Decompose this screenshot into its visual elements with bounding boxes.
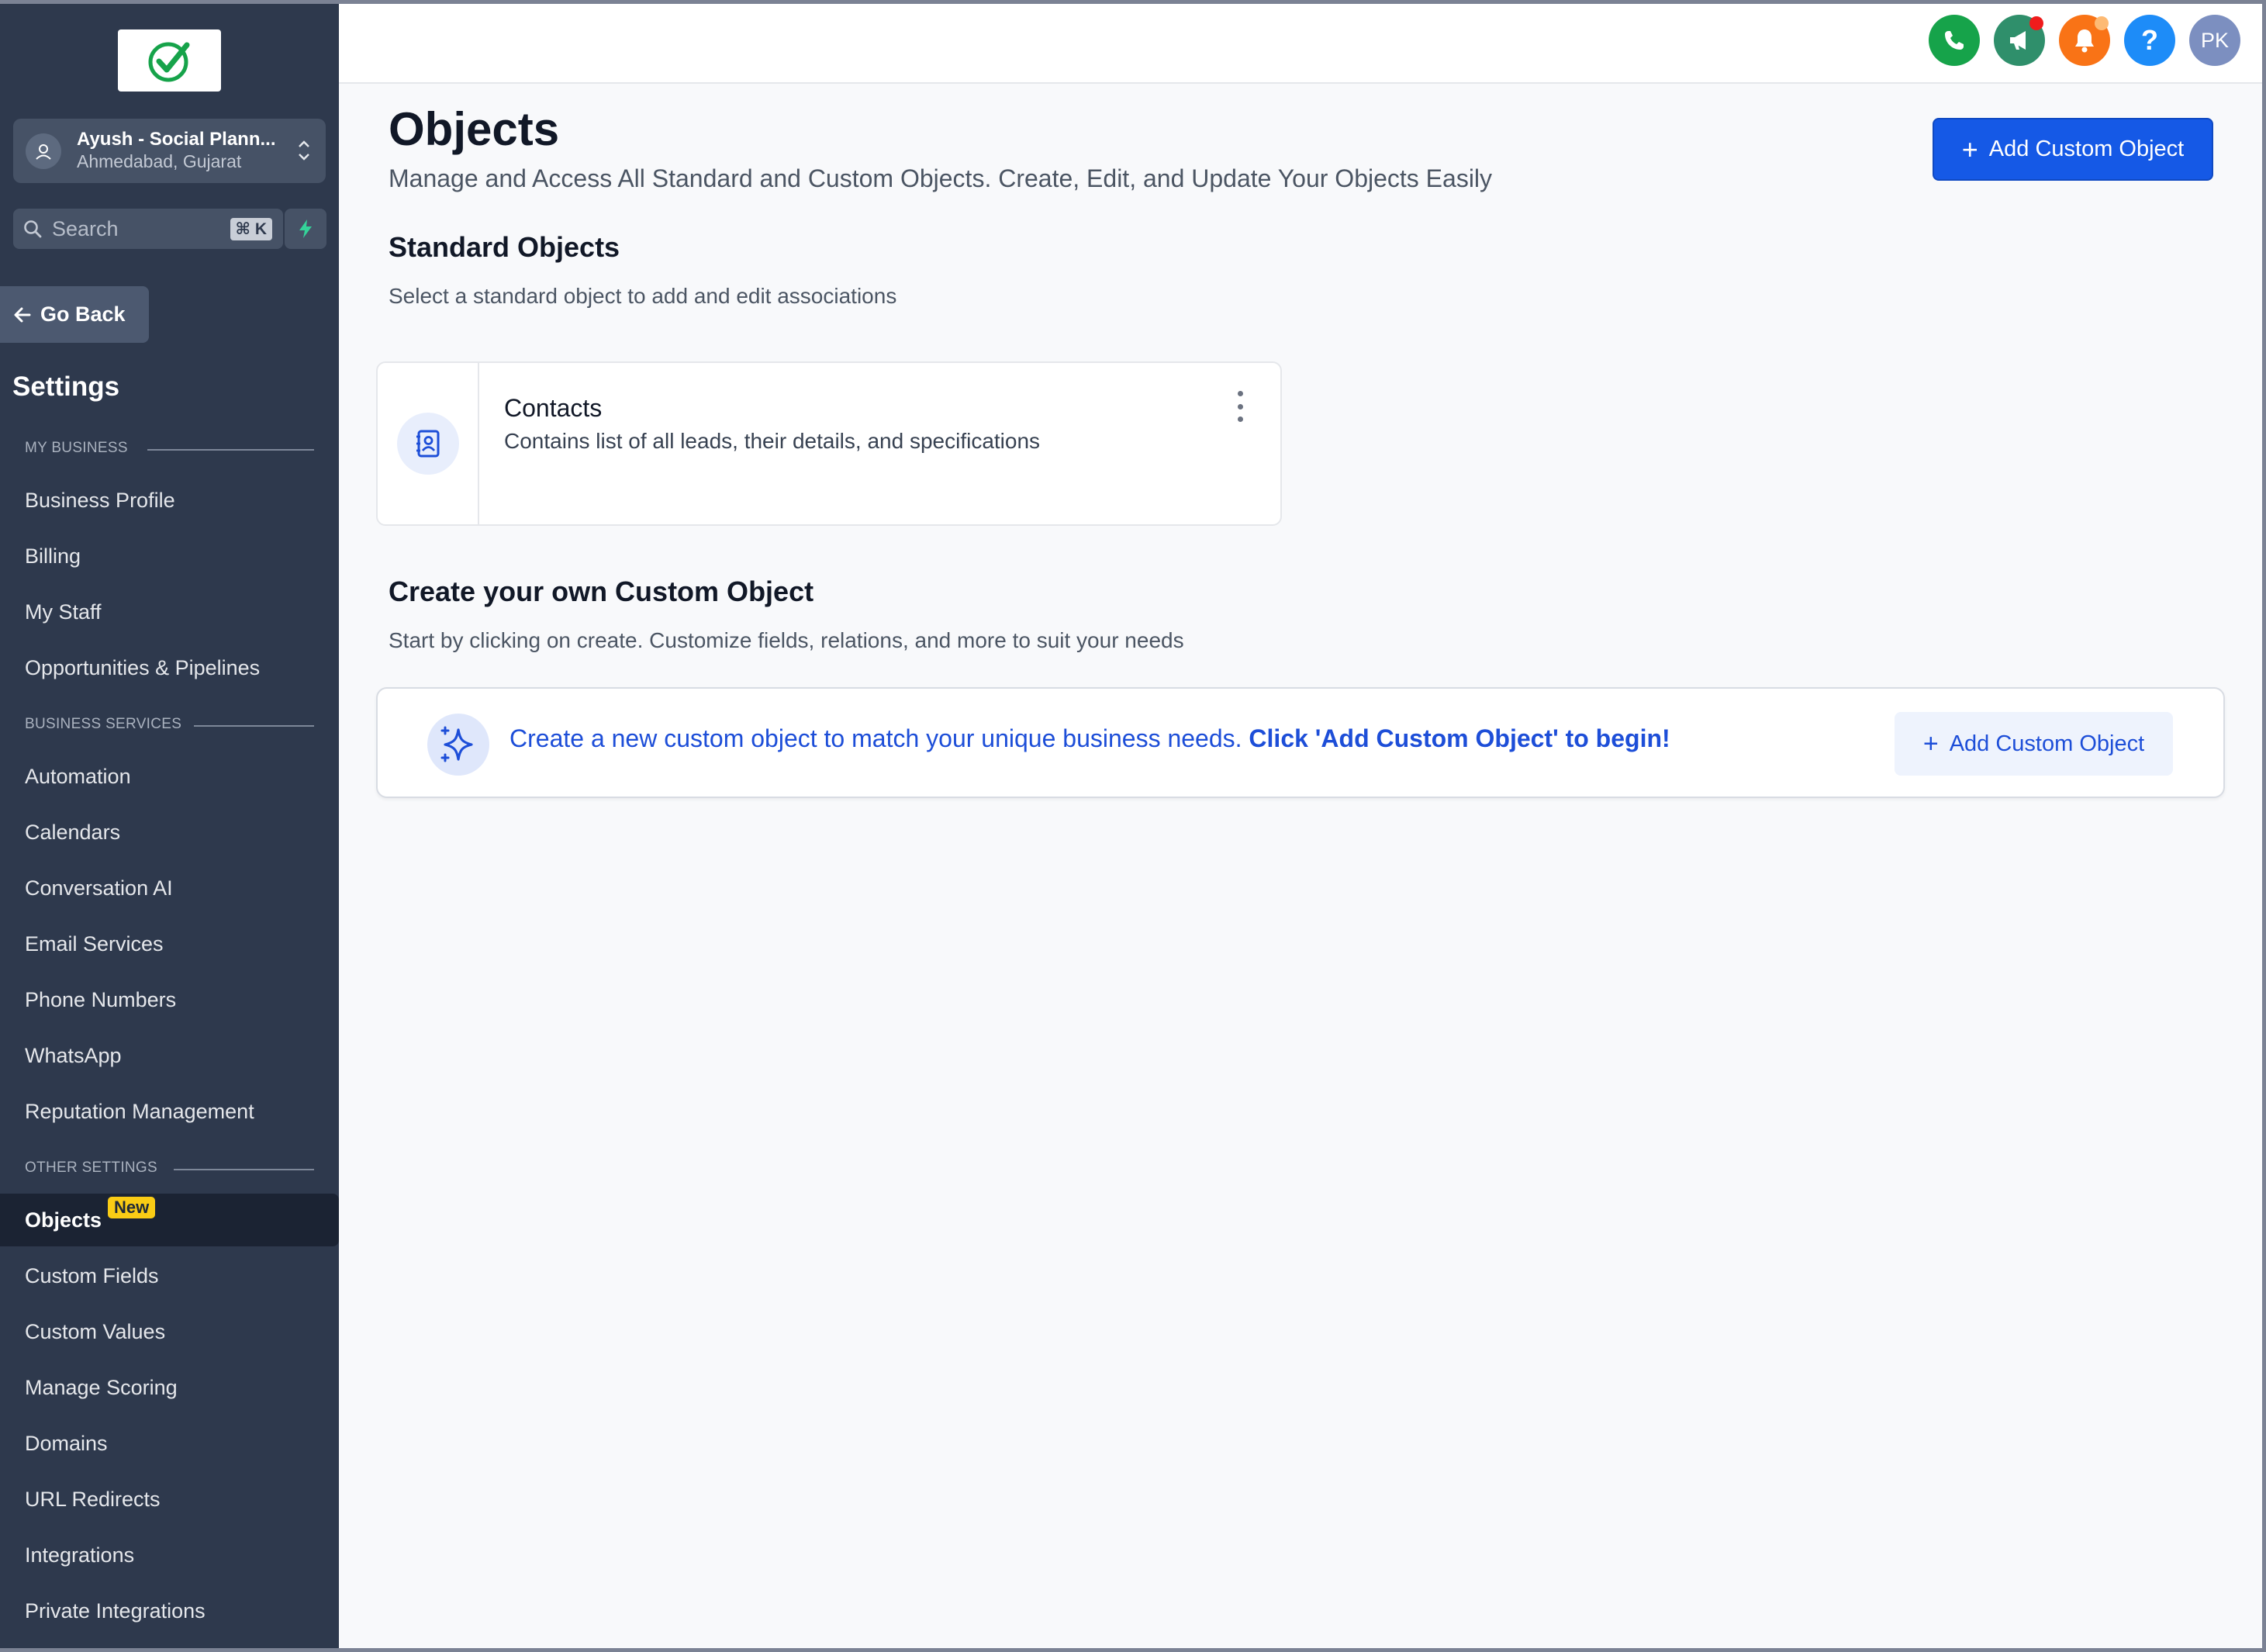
help-button[interactable]: ? <box>2124 15 2175 66</box>
help-icon: ? <box>2141 24 2158 56</box>
sidebar-item-email-services[interactable]: Email Services <box>0 918 339 970</box>
phone-icon <box>1945 31 1964 50</box>
group-label-other-settings: OTHER SETTINGS <box>25 1160 157 1176</box>
sidebar-item-calendars[interactable]: Calendars <box>0 806 339 859</box>
sidebar-item-reputation-management[interactable]: Reputation Management <box>0 1085 339 1138</box>
announcements-button[interactable] <box>1994 15 2045 66</box>
sidebar-item-my-staff[interactable]: My Staff <box>0 586 339 638</box>
button-label: Add Custom Object <box>1949 731 2145 756</box>
divider <box>194 725 314 727</box>
custom-objects-description: Start by clicking on create. Customize f… <box>389 628 1184 652</box>
top-bar: ? PK <box>339 4 2262 84</box>
sidebar-item-manage-scoring[interactable]: Manage Scoring <box>0 1361 339 1414</box>
sidebar-item-objects[interactable]: Objects New <box>0 1194 339 1246</box>
sidebar-item-phone-numbers[interactable]: Phone Numbers <box>0 973 339 1026</box>
account-name: Ayush - Social Plann... <box>77 129 276 150</box>
custom-object-banner: Create a new custom object to match your… <box>376 687 2225 798</box>
settings-title: Settings <box>12 372 120 402</box>
standard-objects-description: Select a standard object to add and edit… <box>389 284 897 308</box>
group-label-my-business: MY BUSINESS <box>25 440 128 456</box>
card-icon-column <box>378 363 479 524</box>
card-title: Contacts <box>504 394 603 422</box>
notifications-button[interactable] <box>2059 15 2110 66</box>
sidebar-item-billing[interactable]: Billing <box>0 530 339 582</box>
sidebar: Ayush - Social Plann... Ahmedabad, Gujar… <box>0 4 339 1648</box>
sidebar-item-business-profile[interactable]: Business Profile <box>0 474 339 527</box>
app-logo[interactable] <box>118 29 221 92</box>
account-location: Ahmedabad, Gujarat <box>77 151 242 172</box>
window-frame <box>0 0 2266 1652</box>
card-description: Contains list of all leads, their detail… <box>504 429 1041 453</box>
button-label: Add Custom Object <box>1988 137 2185 161</box>
object-card-contacts[interactable]: Contacts Contains list of all leads, the… <box>376 361 1282 526</box>
unread-dot <box>2095 16 2109 30</box>
plus-icon: + <box>1961 133 1978 165</box>
account-switcher[interactable]: Ayush - Social Plann... Ahmedabad, Gujar… <box>13 119 326 183</box>
group-label-business-services: BUSINESS SERVICES <box>25 716 182 732</box>
location-icon <box>26 133 61 169</box>
chevron-up-down-icon <box>296 137 312 168</box>
sidebar-item-custom-values[interactable]: Custom Values <box>0 1305 339 1358</box>
add-custom-object-button[interactable]: + Add Custom Object <box>1933 118 2213 181</box>
sidebar-item-opportunities-pipelines[interactable]: Opportunities & Pipelines <box>0 641 339 694</box>
go-back-button[interactable]: Go Back <box>0 286 149 343</box>
divider <box>174 1169 314 1170</box>
banner-text: Create a new custom object to match your… <box>510 724 1670 753</box>
quick-actions-button[interactable] <box>285 209 326 249</box>
sidebar-item-whatsapp[interactable]: WhatsApp <box>0 1029 339 1082</box>
sidebar-item-label: Objects <box>25 1208 102 1232</box>
sidebar-item-integrations[interactable]: Integrations <box>0 1529 339 1581</box>
plus-icon: + <box>1922 728 1939 759</box>
search-icon <box>24 220 42 238</box>
bell-icon <box>2075 29 2094 53</box>
checkmark-logo-icon <box>148 42 189 82</box>
sidebar-item-conversation-ai[interactable]: Conversation AI <box>0 862 339 914</box>
banner-emphasis: Click 'Add Custom Object' to begin! <box>1249 724 1670 752</box>
sidebar-item-custom-fields[interactable]: Custom Fields <box>0 1249 339 1302</box>
standard-objects-title: Standard Objects <box>389 231 620 263</box>
sidebar-item-automation[interactable]: Automation <box>0 750 339 803</box>
divider <box>147 449 314 451</box>
page-title: Objects <box>389 103 560 155</box>
lightning-icon <box>299 219 312 238</box>
more-options-icon[interactable] <box>1232 391 1248 422</box>
search-placeholder: Search <box>52 216 119 240</box>
sparkle-icon <box>427 714 489 776</box>
unread-dot <box>2029 16 2043 30</box>
avatar-initials: PK <box>2200 28 2230 52</box>
sidebar-item-domains[interactable]: Domains <box>0 1417 339 1470</box>
banner-message: Create a new custom object to match your… <box>510 724 1242 752</box>
go-back-label: Go Back <box>40 302 126 326</box>
user-avatar[interactable]: PK <box>2189 15 2240 66</box>
search-shortcut: ⌘ K <box>230 218 272 240</box>
megaphone-icon <box>2010 31 2026 50</box>
custom-objects-title: Create your own Custom Object <box>389 575 814 607</box>
search-input[interactable]: Search ⌘ K <box>13 209 283 249</box>
sidebar-item-private-integrations[interactable]: Private Integrations <box>0 1585 339 1637</box>
page-subtitle: Manage and Access All Standard and Custo… <box>389 164 1493 192</box>
arrow-left-icon <box>14 307 31 322</box>
phone-button[interactable] <box>1929 15 1980 66</box>
contact-book-icon <box>396 413 459 475</box>
sidebar-item-url-redirects[interactable]: URL Redirects <box>0 1473 339 1526</box>
new-badge: New <box>108 1197 156 1218</box>
banner-add-custom-object-button[interactable]: + Add Custom Object <box>1895 712 2173 776</box>
